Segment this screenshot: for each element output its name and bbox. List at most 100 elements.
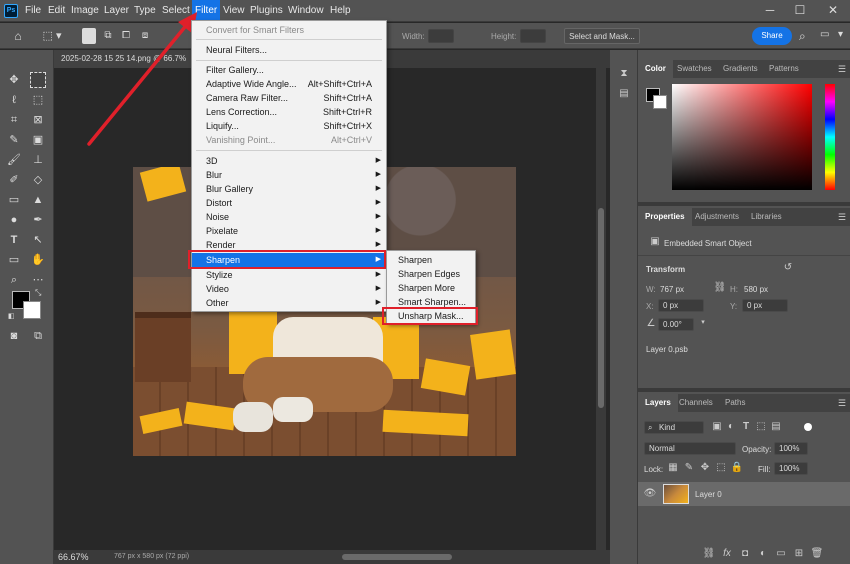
tab-gradients[interactable]: Gradients xyxy=(716,60,765,78)
path-selection-tool-icon[interactable]: ↖ xyxy=(30,232,46,248)
history-brush-tool-icon[interactable]: ✐ xyxy=(6,172,22,188)
crop-tool-icon[interactable]: ⌗ xyxy=(6,112,22,128)
lock-artboard-icon[interactable]: ⬚ xyxy=(714,462,728,473)
menu-help[interactable]: Help xyxy=(327,0,354,22)
menu-item-adaptive-wide-angle[interactable]: Adaptive Wide Angle... Alt+Shift+Ctrl+A xyxy=(192,77,386,91)
submenu-item-sharpen-more[interactable]: Sharpen More xyxy=(387,281,475,295)
y-field[interactable]: 0 px xyxy=(742,299,788,312)
layer-name[interactable]: Layer 0 xyxy=(695,490,722,499)
document-info[interactable]: 767 px x 580 px (72 ppi) xyxy=(114,553,189,560)
marquee-tool-preset-icon[interactable]: ⬚ ▾ xyxy=(38,28,66,44)
workspace-icon[interactable]: ▭ xyxy=(820,29,829,40)
submenu-item-sharpen[interactable]: Sharpen xyxy=(387,253,475,267)
scrollbar-thumb[interactable] xyxy=(598,208,604,408)
adjustment-layer-icon[interactable]: ◐ xyxy=(756,548,770,559)
search-icon[interactable]: ⌕ xyxy=(799,29,806,44)
menu-file[interactable]: File xyxy=(22,0,44,22)
menu-item-video[interactable]: Video ▶ xyxy=(192,282,386,296)
lock-image-icon[interactable]: ✎ xyxy=(682,462,696,473)
filter-shape-layers-icon[interactable]: ⬚ xyxy=(754,421,768,432)
panel-menu-icon[interactable]: ☰ xyxy=(838,212,846,223)
menu-item-vanishing-point[interactable]: Vanishing Point... Alt+Ctrl+V xyxy=(192,133,386,147)
rectangle-tool-icon[interactable]: ▭ xyxy=(6,252,22,268)
filter-pixel-layers-icon[interactable]: ▣ xyxy=(710,421,724,432)
tab-libraries[interactable]: Libraries xyxy=(744,208,789,226)
maximize-icon[interactable]: ☐ xyxy=(785,0,815,22)
menu-item-camera-raw-filter[interactable]: Camera Raw Filter... Shift+Ctrl+A xyxy=(192,91,386,105)
opacity-field[interactable]: 100% xyxy=(774,442,808,455)
lock-all-icon[interactable]: 🔒 xyxy=(730,462,744,473)
width-field[interactable] xyxy=(428,29,454,43)
tab-color[interactable]: Color xyxy=(638,60,673,78)
move-tool-icon[interactable]: ✥ xyxy=(6,72,22,88)
minimize-icon[interactable]: ─ xyxy=(755,0,785,22)
lasso-tool-icon[interactable]: ℓ xyxy=(6,92,22,108)
menu-window[interactable]: Window xyxy=(285,0,327,22)
menu-item-pixelate[interactable]: Pixelate ▶ xyxy=(192,224,386,238)
fill-field[interactable]: 100% xyxy=(774,462,808,475)
menu-item-stylize[interactable]: Stylize ▶ xyxy=(192,268,386,282)
new-group-icon[interactable]: ▭ xyxy=(774,548,788,559)
menu-item-filter-gallery[interactable]: Filter Gallery... xyxy=(192,63,386,77)
panel-menu-icon[interactable]: ☰ xyxy=(838,64,846,75)
share-button[interactable]: Share xyxy=(752,27,792,45)
tab-swatches[interactable]: Swatches xyxy=(670,60,719,78)
w-value[interactable]: 767 px xyxy=(660,285,684,294)
eraser-tool-icon[interactable]: ◇ xyxy=(30,172,46,188)
menu-item-neural-filters[interactable]: Neural Filters... xyxy=(192,43,386,57)
filter-type-layers-icon[interactable]: T xyxy=(739,421,753,432)
vertical-scrollbar[interactable] xyxy=(596,68,606,550)
pen-tool-icon[interactable]: ✒ xyxy=(30,212,46,228)
panel-menu-icon[interactable]: ☰ xyxy=(838,398,846,409)
dodge-tool-icon[interactable]: ● xyxy=(6,212,22,228)
menu-edit[interactable]: Edit xyxy=(45,0,68,22)
layer-style-icon[interactable]: fx xyxy=(720,548,734,559)
zoom-tool-icon[interactable]: ⌕ xyxy=(6,272,22,288)
filter-toggle-icon[interactable] xyxy=(804,423,812,431)
menu-item-liquify[interactable]: Liquify... Shift+Ctrl+X xyxy=(192,119,386,133)
clone-stamp-tool-icon[interactable]: ⊥ xyxy=(30,152,46,168)
link-dimensions-icon[interactable]: ⛓ xyxy=(713,282,727,293)
submenu-item-sharpen-edges[interactable]: Sharpen Edges xyxy=(387,267,475,281)
comments-panel-icon[interactable]: ▤ xyxy=(617,88,631,99)
reset-transform-icon[interactable]: ↺ xyxy=(781,262,795,273)
hand-tool-icon[interactable]: ✋ xyxy=(30,252,46,268)
close-icon[interactable]: ✕ xyxy=(818,0,848,22)
tab-channels[interactable]: Channels xyxy=(672,394,720,412)
marquee-tool-icon[interactable] xyxy=(30,72,46,88)
tab-properties[interactable]: Properties xyxy=(638,208,692,226)
frame-tool-icon[interactable]: ⊠ xyxy=(30,112,46,128)
tab-paths[interactable]: Paths xyxy=(718,394,752,412)
delete-layer-icon[interactable]: 🗑 xyxy=(810,548,824,559)
height-field[interactable] xyxy=(520,29,546,43)
healing-brush-tool-icon[interactable]: ▣ xyxy=(30,132,46,148)
menu-item-blur[interactable]: Blur ▶ xyxy=(192,168,386,182)
tab-adjustments[interactable]: Adjustments xyxy=(688,208,746,226)
filter-adjustment-layers-icon[interactable]: ◐ xyxy=(724,421,738,432)
swap-colors-icon[interactable]: ⤡ xyxy=(35,288,41,298)
x-field[interactable]: 0 px xyxy=(658,299,704,312)
default-colors-icon[interactable]: ◧ xyxy=(8,312,15,320)
color-panel-background-swatch[interactable] xyxy=(653,95,667,109)
h-value[interactable]: 580 px xyxy=(744,285,768,294)
select-and-mask-button[interactable]: Select and Mask... xyxy=(564,28,640,44)
menu-item-other[interactable]: Other ▶ xyxy=(192,296,386,310)
blur-tool-icon[interactable]: ▲ xyxy=(30,192,46,208)
gradient-tool-icon[interactable]: ▭ xyxy=(6,192,22,208)
add-mask-icon[interactable]: ◘ xyxy=(738,548,752,559)
angle-dropdown-icon[interactable]: ▾ xyxy=(696,318,710,326)
layer-row[interactable]: 👁 Layer 0 xyxy=(638,482,850,506)
link-layers-icon[interactable]: ⛓ xyxy=(702,548,716,559)
new-layer-icon[interactable]: ⊞ xyxy=(792,548,806,559)
blend-mode-select[interactable]: Normal xyxy=(644,442,736,455)
history-panel-icon[interactable]: ⧗ xyxy=(617,68,631,79)
menu-item-blur-gallery[interactable]: Blur Gallery ▶ xyxy=(192,182,386,196)
filter-smart-objects-icon[interactable]: ▤ xyxy=(769,421,783,432)
menu-item-noise[interactable]: Noise ▶ xyxy=(192,210,386,224)
menu-item-3d[interactable]: 3D ▶ xyxy=(192,154,386,168)
menu-item-convert-smart-filters[interactable]: Convert for Smart Filters xyxy=(192,23,386,37)
workspace-menu-icon[interactable]: ▾ xyxy=(838,29,843,40)
background-color-swatch[interactable] xyxy=(23,301,41,319)
screen-mode-icon[interactable]: ⧉ xyxy=(30,328,46,344)
menu-plugins[interactable]: Plugins xyxy=(247,0,286,22)
